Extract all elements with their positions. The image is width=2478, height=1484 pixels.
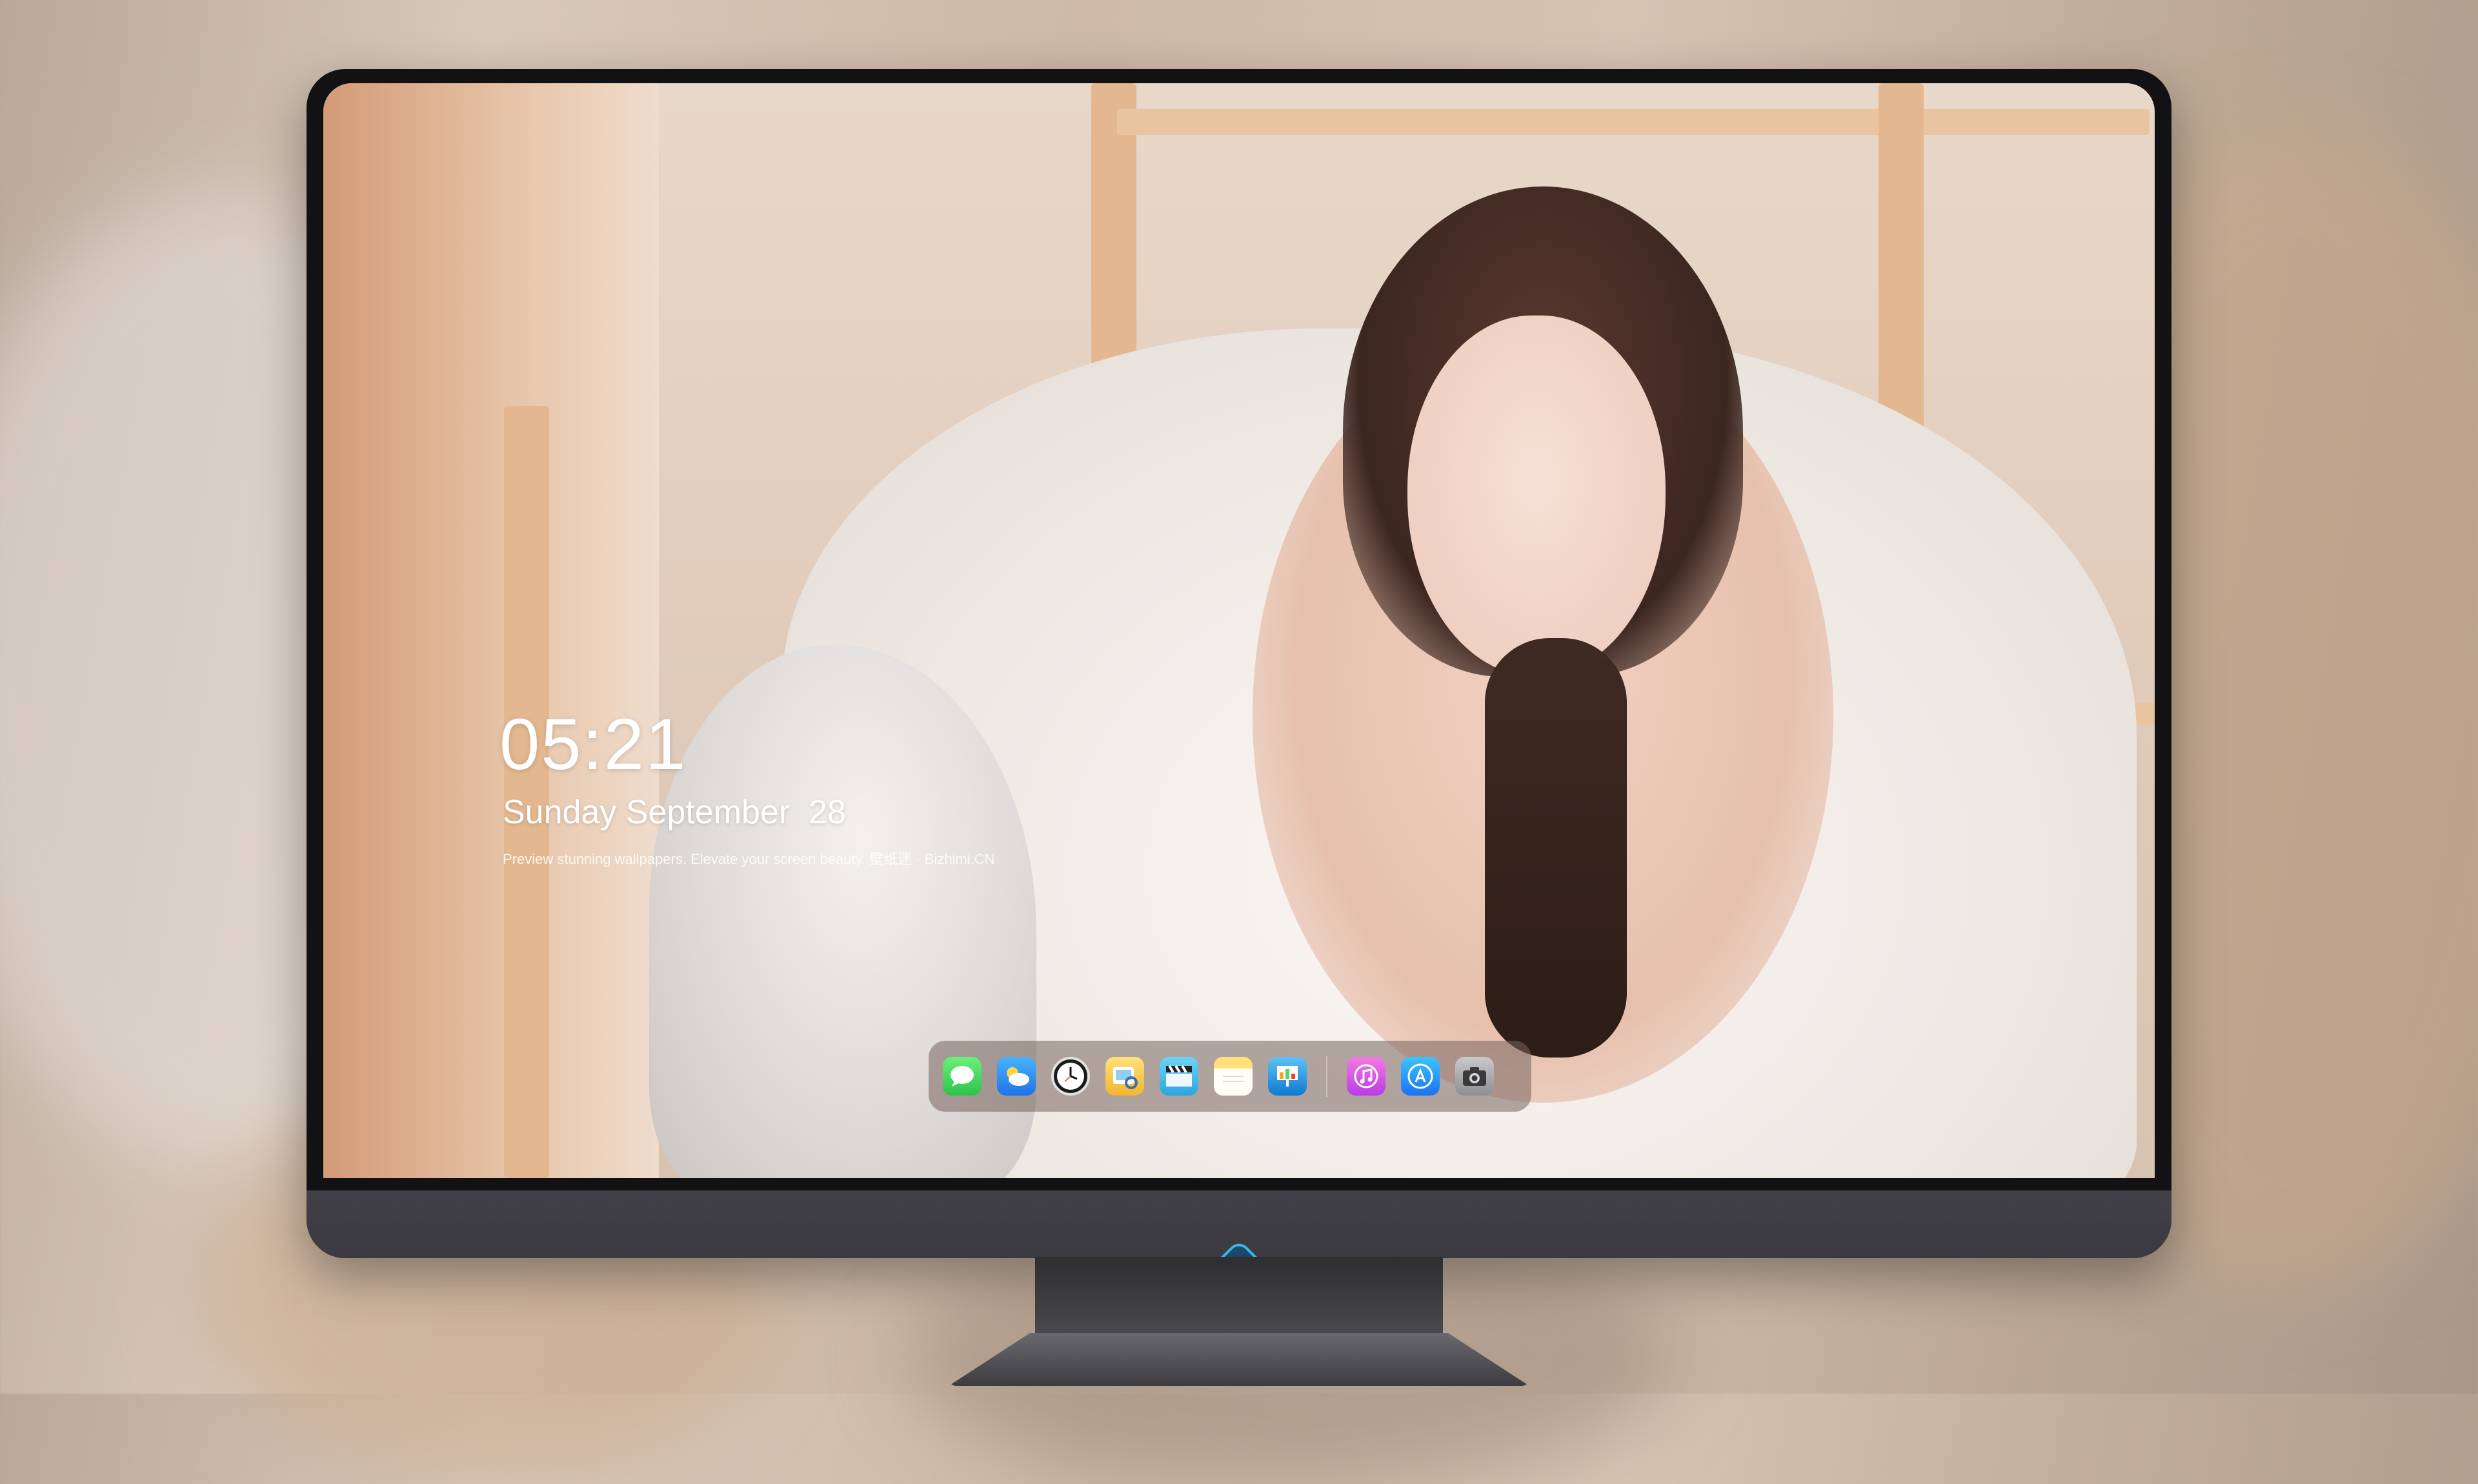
wallpaper-shelf-board [1117, 109, 2150, 135]
keynote-icon[interactable] [1268, 1057, 1307, 1096]
lockscreen-date: Sunday September 28 [503, 794, 846, 831]
wallpaper-wall [323, 83, 659, 1178]
wallpaper-figure-braid [1485, 638, 1627, 1058]
lockscreen-time: 05:21 [499, 704, 687, 785]
messages-icon[interactable] [943, 1057, 982, 1096]
wallpaper-figure-face [1407, 316, 1666, 677]
monitor: 05:21 Sunday September 28 Preview stunni… [307, 69, 2171, 1258]
music-icon[interactable] [1347, 1057, 1385, 1096]
dock-separator [1326, 1056, 1327, 1097]
dock [929, 1041, 1531, 1112]
brand-logo-icon [1195, 1239, 1283, 1258]
desktop-screen: 05:21 Sunday September 28 Preview stunni… [323, 83, 2155, 1178]
wallpaper-shelf-post [504, 406, 549, 1178]
monitor-chin [307, 1190, 2171, 1258]
camera-icon[interactable] [1455, 1057, 1494, 1096]
clock-icon[interactable] [1051, 1057, 1090, 1096]
monitor-stand-base [949, 1333, 1529, 1386]
monitor-stand-neck [1035, 1257, 1443, 1334]
notes-icon[interactable] [1214, 1057, 1253, 1096]
preview-icon[interactable] [1105, 1057, 1144, 1096]
app-store-icon[interactable] [1401, 1057, 1440, 1096]
weather-icon[interactable] [997, 1057, 1036, 1096]
lockscreen-tagline: Preview stunning wallpapers. Elevate you… [503, 851, 995, 867]
clips-icon[interactable] [1160, 1057, 1198, 1096]
